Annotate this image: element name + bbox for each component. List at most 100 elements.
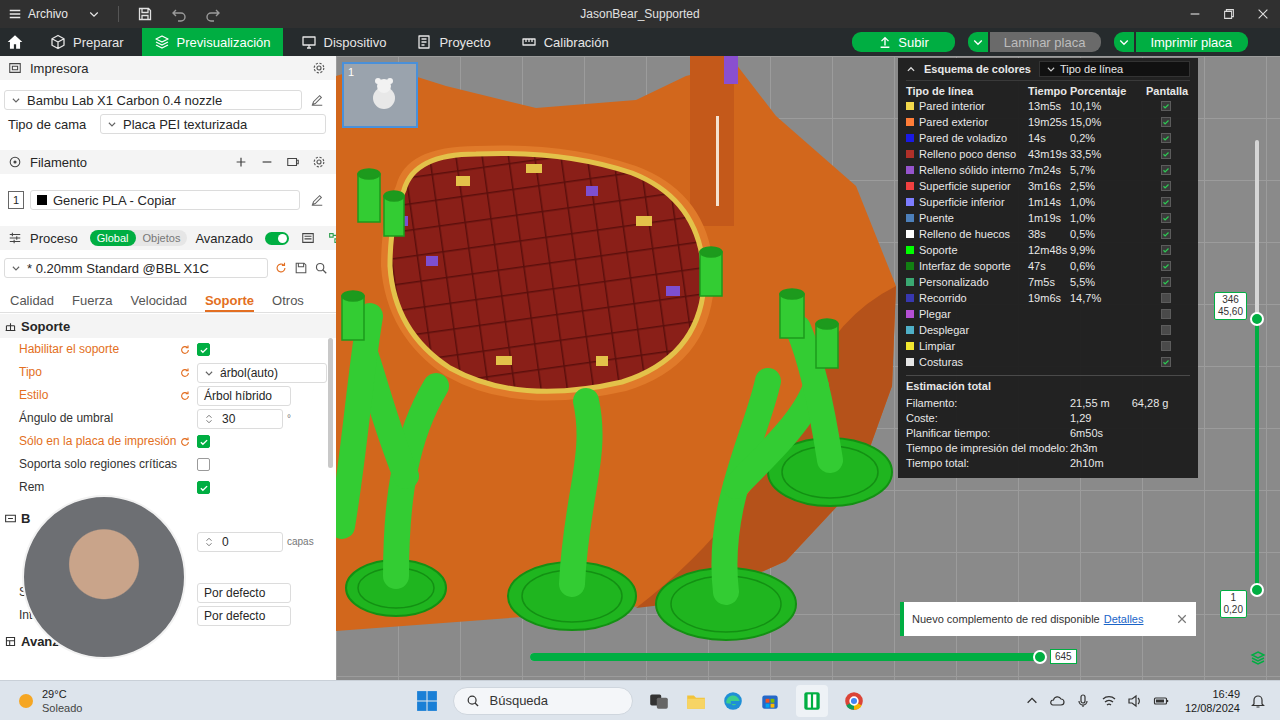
- speaker-icon[interactable]: [1127, 693, 1143, 709]
- setting-field[interactable]: Por defecto: [197, 583, 291, 603]
- legend-display-checkbox[interactable]: [1161, 277, 1171, 287]
- legend-display-checkbox[interactable]: [1161, 165, 1171, 175]
- split-button-main[interactable]: Laminar placa: [990, 32, 1102, 52]
- legend-display-checkbox[interactable]: [1161, 261, 1171, 271]
- legend-display-checkbox[interactable]: [1161, 245, 1171, 255]
- legend-display-checkbox[interactable]: [1161, 229, 1171, 239]
- layer-slider-top-thumb[interactable]: [1250, 312, 1264, 326]
- save-icon[interactable]: [137, 6, 153, 22]
- setting-field[interactable]: Árbol híbrido: [197, 386, 291, 406]
- plate-thumbnail[interactable]: 1: [342, 62, 418, 128]
- windows-start-icon[interactable]: [416, 690, 438, 712]
- setting-checkbox[interactable]: [197, 481, 210, 494]
- upload-button[interactable]: Subir: [852, 32, 954, 52]
- spin-arrows-icon[interactable]: [204, 414, 214, 424]
- move-slider-thumb[interactable]: [1033, 650, 1047, 664]
- weather-widget[interactable]: 29°CSoleado: [0, 687, 416, 715]
- edge-icon[interactable]: [722, 690, 744, 712]
- preview-viewport[interactable]: 1Esquema de coloresTipo de líneaTipo de …: [336, 56, 1280, 680]
- setting-select[interactable]: árbol(auto): [197, 363, 327, 383]
- redo-icon[interactable]: [205, 6, 221, 22]
- printer-select[interactable]: Bambu Lab X1 Carbon 0.4 nozzle: [4, 90, 302, 110]
- notification-details-link[interactable]: Detalles: [1104, 613, 1144, 625]
- compare-icon[interactable]: [327, 231, 336, 245]
- settings-tab[interactable]: Soporte: [205, 291, 254, 312]
- undo-icon[interactable]: [171, 6, 187, 22]
- setting-spinbox[interactable]: 0: [197, 532, 283, 552]
- home-button[interactable]: [0, 28, 30, 56]
- cloud-icon[interactable]: [1049, 693, 1065, 709]
- close-icon[interactable]: [1256, 7, 1270, 21]
- plus-icon[interactable]: [234, 155, 248, 169]
- split-button-main[interactable]: Imprimir placa: [1136, 32, 1248, 52]
- battery-icon[interactable]: [1153, 693, 1169, 709]
- microphone-icon[interactable]: [1075, 693, 1091, 709]
- chrome-icon[interactable]: [843, 690, 865, 712]
- bambu-studio-taskbar-button[interactable]: [796, 685, 828, 717]
- legend-display-checkbox[interactable]: [1161, 357, 1171, 367]
- task-view-icon[interactable]: [648, 690, 670, 712]
- reset-icon[interactable]: [179, 344, 191, 356]
- taskbar-search[interactable]: Búsqueda: [453, 687, 633, 715]
- legend-display-checkbox[interactable]: [1161, 213, 1171, 223]
- minus-icon[interactable]: [260, 155, 274, 169]
- settings-tab[interactable]: Otros: [272, 291, 304, 312]
- scope-option[interactable]: Objetos: [136, 230, 188, 246]
- edit-icon[interactable]: [310, 193, 324, 207]
- reset-icon[interactable]: [179, 367, 191, 379]
- wifi-icon[interactable]: [1101, 693, 1117, 709]
- main-tab[interactable]: Calibración: [509, 28, 621, 56]
- main-tab[interactable]: Previsualización: [142, 28, 283, 56]
- collapse-icon[interactable]: [906, 64, 916, 74]
- main-tab[interactable]: Proyecto: [404, 28, 502, 56]
- legend-mode-select[interactable]: Tipo de línea: [1039, 61, 1190, 77]
- store-icon[interactable]: [759, 690, 781, 712]
- settings-tab[interactable]: Velocidad: [131, 291, 187, 312]
- gear-icon[interactable]: [312, 61, 326, 75]
- reset-icon[interactable]: [179, 436, 191, 448]
- notification-bell-icon[interactable]: [1250, 693, 1266, 709]
- gear-icon[interactable]: [312, 155, 326, 169]
- save-icon[interactable]: [294, 261, 308, 275]
- edit-icon[interactable]: [310, 93, 324, 107]
- preset-select[interactable]: * 0.20mm Standard @BBL X1C: [4, 258, 268, 278]
- legend-display-checkbox[interactable]: [1161, 181, 1171, 191]
- setting-spinbox[interactable]: 30: [197, 409, 283, 429]
- legend-display-checkbox[interactable]: [1161, 197, 1171, 207]
- filament-select[interactable]: Generic PLA - Copiar: [30, 190, 300, 210]
- reset-icon[interactable]: [179, 390, 191, 402]
- file-menu[interactable]: Archivo: [8, 7, 100, 21]
- legend-display-checkbox[interactable]: [1161, 149, 1171, 159]
- legend-display-checkbox[interactable]: [1161, 325, 1171, 335]
- move-slider[interactable]: 645: [530, 653, 1040, 661]
- minimize-icon[interactable]: [1188, 7, 1202, 21]
- main-tab[interactable]: Preparar: [38, 28, 136, 56]
- legend-display-checkbox[interactable]: [1161, 341, 1171, 351]
- advanced-toggle[interactable]: [265, 232, 289, 245]
- layer-slider-bottom-thumb[interactable]: [1250, 583, 1264, 597]
- setting-checkbox[interactable]: [197, 343, 210, 356]
- setting-checkbox[interactable]: [197, 435, 210, 448]
- clock[interactable]: 16:4912/08/2024: [1185, 687, 1240, 715]
- bed-select[interactable]: Placa PEI texturizada: [100, 114, 326, 134]
- split-dropdown[interactable]: [1114, 32, 1134, 52]
- settings-tab[interactable]: Fuerza: [72, 291, 112, 312]
- setting-field[interactable]: Por defecto: [197, 606, 291, 626]
- setting-checkbox[interactable]: [197, 458, 210, 471]
- layers-icon[interactable]: [1250, 650, 1266, 666]
- restore-icon[interactable]: [1222, 7, 1236, 21]
- legend-display-checkbox[interactable]: [1161, 133, 1171, 143]
- legend-display-checkbox[interactable]: [1161, 117, 1171, 127]
- spin-arrows-icon[interactable]: [204, 537, 214, 547]
- main-tab[interactable]: Dispositivo: [289, 28, 399, 56]
- legend-display-checkbox[interactable]: [1161, 293, 1171, 303]
- reset-icon[interactable]: [274, 261, 288, 275]
- chevron-up-icon[interactable]: [1025, 694, 1039, 708]
- scope-option[interactable]: Global: [90, 230, 136, 246]
- close-icon[interactable]: [1176, 613, 1188, 625]
- layer-slider[interactable]: 34645,6010,20: [1255, 140, 1259, 590]
- settings-tab[interactable]: Calidad: [10, 291, 54, 312]
- sync-icon[interactable]: [286, 155, 300, 169]
- file-explorer-icon[interactable]: [685, 690, 707, 712]
- search-icon[interactable]: [314, 261, 328, 275]
